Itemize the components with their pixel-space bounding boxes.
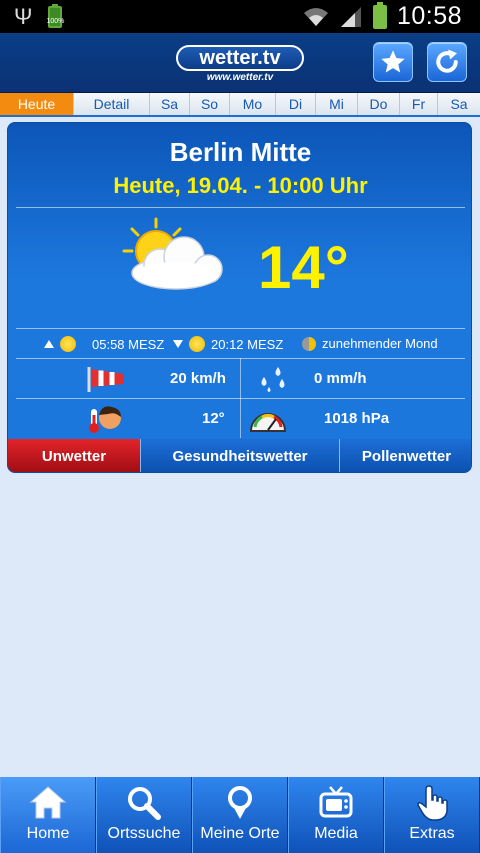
divider [16,207,465,208]
nav-home[interactable]: Home [0,777,96,853]
hand-pointer-icon [417,785,448,821]
wifi-icon [303,7,328,26]
logo-text: wetter.tv [176,45,304,71]
refresh-button[interactable] [427,42,467,82]
nav-meine-orte-label: Meine Orte [200,825,280,842]
tv-icon [319,786,353,818]
partly-cloudy-icon [122,217,223,290]
sunset-icon [189,336,205,352]
windsock-icon [87,367,124,392]
battery-percent: 100% [46,18,65,25]
tab-heute[interactable]: Heute [0,93,74,115]
nav-extras[interactable]: Extras [384,777,480,853]
moon-phase: zunehmender Mond [322,336,438,351]
wind-speed: 20 km/h [170,370,226,387]
feels-like-icon [89,406,121,433]
tab-di[interactable]: Di [276,93,316,115]
battery-full-icon: 100% [46,4,64,30]
air-pressure: 1018 hPa [324,410,390,427]
app-header: wetter.tv www.wetter.tv [0,33,480,93]
search-icon [128,787,161,820]
tab-mo[interactable]: Mo [230,93,276,115]
card-tabs: Unwetter Gesundheitswetter Pollenwetter [8,439,471,472]
location-pin-icon [228,786,252,819]
nav-home-label: Home [26,825,70,842]
forecast-datetime: Heute, 19.04. - 10:00 Uhr [113,173,368,198]
tab-detail[interactable]: Detail [74,93,150,115]
status-bar: Ψ 100% 10:58 [0,0,480,33]
gesundheitswetter-button[interactable]: Gesundheitswetter [141,439,340,472]
barometer-icon [249,413,287,432]
star-icon [381,50,405,73]
clock: 10:58 [396,2,462,30]
city-name: Berlin Mitte [169,137,312,167]
logo-url: www.wetter.tv [206,72,274,83]
tab-mi[interactable]: Mi [316,93,358,115]
moon-icon [302,336,316,351]
feels-pressure-row: 12° 1018 hPa [8,399,471,439]
signal-icon [340,6,361,27]
tab-sa-2[interactable]: Sa [438,93,480,115]
battery-icon [372,1,387,29]
feels-like-temperature: 12° [202,410,225,427]
arrow-up-icon [44,340,54,348]
tab-so[interactable]: So [190,93,230,115]
rain-drops-icon [261,367,285,392]
sunrise-icon [60,336,76,352]
tab-sa[interactable]: Sa [150,93,190,115]
sunrise-time: 05:58 MESZ [92,336,165,352]
arrow-down-icon [173,340,183,348]
day-tabs: Heute Detail Sa So Mo Di Mi Do Fr Sa [0,93,480,117]
favorite-button[interactable] [373,42,413,82]
nav-meine-orte[interactable]: Meine Orte [192,777,288,853]
wetter-tv-logo: wetter.tv www.wetter.tv [176,45,304,85]
nav-media[interactable]: Media [288,777,384,853]
weather-card: Berlin Mitte Heute, 19.04. - 10:00 Uhr 1… [7,122,472,473]
unwetter-button[interactable]: Unwetter [8,439,141,472]
wind-precip-row: 20 km/h 0 mm/h [8,359,471,399]
temperature: 14° [258,234,349,301]
nav-media-label: Media [314,825,358,842]
tab-fr[interactable]: Fr [400,93,438,115]
sunset-time: 20:12 MESZ [211,336,284,352]
sun-moon-row: 05:58 MESZ 20:12 MESZ zunehmender Mond [8,328,471,358]
refresh-icon [436,49,458,73]
nav-ortssuche-label: Ortssuche [107,825,181,842]
pollenwetter-button[interactable]: Pollenwetter [340,439,471,472]
precipitation: 0 mm/h [314,370,367,387]
usb-icon: Ψ [14,4,33,29]
nav-ortssuche[interactable]: Ortssuche [96,777,192,853]
home-icon [29,786,67,819]
tab-do[interactable]: Do [358,93,400,115]
nav-extras-label: Extras [409,825,455,842]
bottom-navigation: Home Ortssuche Meine Orte Media Extras [0,777,480,853]
